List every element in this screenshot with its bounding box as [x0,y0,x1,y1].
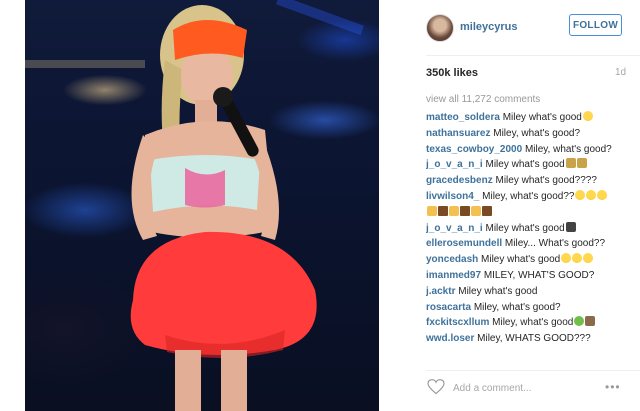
comment-row: rosacarta Miley, what's good? [426,300,636,316]
comment-username[interactable]: fxckitscxllum [426,317,489,328]
money-emoji-icon [576,158,587,169]
comment-text: Miley what's good [485,222,565,234]
frog-emoji-icon [574,316,585,327]
comment-row: j_o_v_a_n_i Miley what's good [426,157,636,173]
comment-text: Miley what's good???? [495,175,597,187]
laugh-emoji-icon [575,189,586,200]
comment-username[interactable]: j_o_v_a_n_i [426,223,483,234]
comment-text: Miley... What's good?? [504,238,606,250]
comment-username[interactable]: imanmed97 [426,270,481,281]
post-panel: mileycyrus FOLLOW 350k likes 1d view all… [379,0,640,411]
comment-text: Miley what's good [458,285,538,297]
comment-row: gracedesbenz Miley what's good???? [426,173,636,189]
footer-divider [426,370,640,371]
laugh-emoji-icon [583,253,594,264]
comment-username[interactable]: yoncedash [426,254,478,265]
post-header: mileycyrus FOLLOW [379,0,640,55]
brown-emoji-icon [460,205,470,216]
likes-count[interactable]: 350k likes [426,67,478,79]
comment-text: Miley what's good [481,254,561,266]
comment-row: ellerosemundell Miley... What's good?? [426,236,636,252]
comment-row: fxckitscxllum Miley, what's good [426,315,636,331]
performer-illustration [25,0,364,411]
comment-row: imanmed97 MILEY, WHAT'S GOOD? [426,268,636,284]
comment-username[interactable]: gracedesbenz [426,175,493,186]
view-all-comments-link[interactable]: view all 11,272 comments [426,94,540,105]
comment-row: j_o_v_a_n_i Miley what's good [426,221,636,237]
comment-username[interactable]: rosacarta [426,302,471,313]
laugh-emoji-icon [597,189,608,200]
comment-username[interactable]: j_o_v_a_n_i [426,159,483,170]
comment-username[interactable]: texas_cowboy_2000 [426,144,522,155]
comment-username[interactable]: nathansuarez [426,128,490,139]
comment-username[interactable]: matteo_soldera [426,112,500,123]
laugh-emoji-icon [561,253,572,264]
comment-text: Miley, what's good?? [482,190,575,202]
cup-emoji-icon [585,316,596,327]
money-emoji-icon [565,158,576,169]
post-age[interactable]: 1d [615,67,626,78]
follow-button[interactable]: FOLLOW [569,14,622,36]
comment-row [426,205,636,221]
comment-row: livwilson4_ Miley, what's good?? [426,189,636,205]
nail-emoji-icon [427,205,437,216]
comment-row: texas_cowboy_2000 Miley, what's good? [426,142,636,158]
comment-row: j.acktr Miley what's good [426,284,636,300]
comment-text: Miley, what's good? [473,301,561,313]
avatar[interactable] [426,14,454,42]
laugh-emoji-icon [572,253,583,264]
post-username[interactable]: mileycyrus [460,21,517,33]
comment-text: Miley what's good [485,159,565,171]
comment-text: MILEY, WHAT'S GOOD? [483,269,595,281]
brown-emoji-icon [482,205,492,216]
page-margin [0,0,25,411]
watch-emoji-icon [565,221,576,232]
comment-text: Miley, what's good? [524,143,612,155]
comment-username[interactable]: wwd.loser [426,333,474,344]
header-divider [426,55,640,56]
comment-text: Miley what's good [502,112,582,123]
brown-emoji-icon [438,205,448,216]
post-photo[interactable] [25,0,379,411]
comment-row: wwd.loser Miley, WHATS GOOD??? [426,331,636,347]
nail-emoji-icon [471,205,481,216]
comment-username[interactable]: livwilson4_ [426,191,479,202]
comment-row: matteo_soldera Miley what's good [426,110,636,126]
comment-text: Miley, what's good? [493,127,581,139]
add-comment-input[interactable] [453,381,593,395]
nail-emoji-icon [449,205,459,216]
comment-text: Miley, what's good [492,317,574,329]
laugh-emoji-icon [582,111,593,121]
comment-username[interactable]: ellerosemundell [426,238,502,249]
comment-row: nathansuarez Miley, what's good? [426,126,636,142]
laugh-emoji-icon [586,189,597,200]
comment-text: Miley, WHATS GOOD??? [477,333,591,345]
comments-list: matteo_soldera Miley what's good nathansu… [426,110,636,347]
more-options-icon[interactable]: ••• [605,380,621,394]
heart-icon[interactable] [427,379,445,395]
comment-row: yoncedash Miley what's good [426,252,636,268]
comment-username[interactable]: j.acktr [426,286,455,297]
